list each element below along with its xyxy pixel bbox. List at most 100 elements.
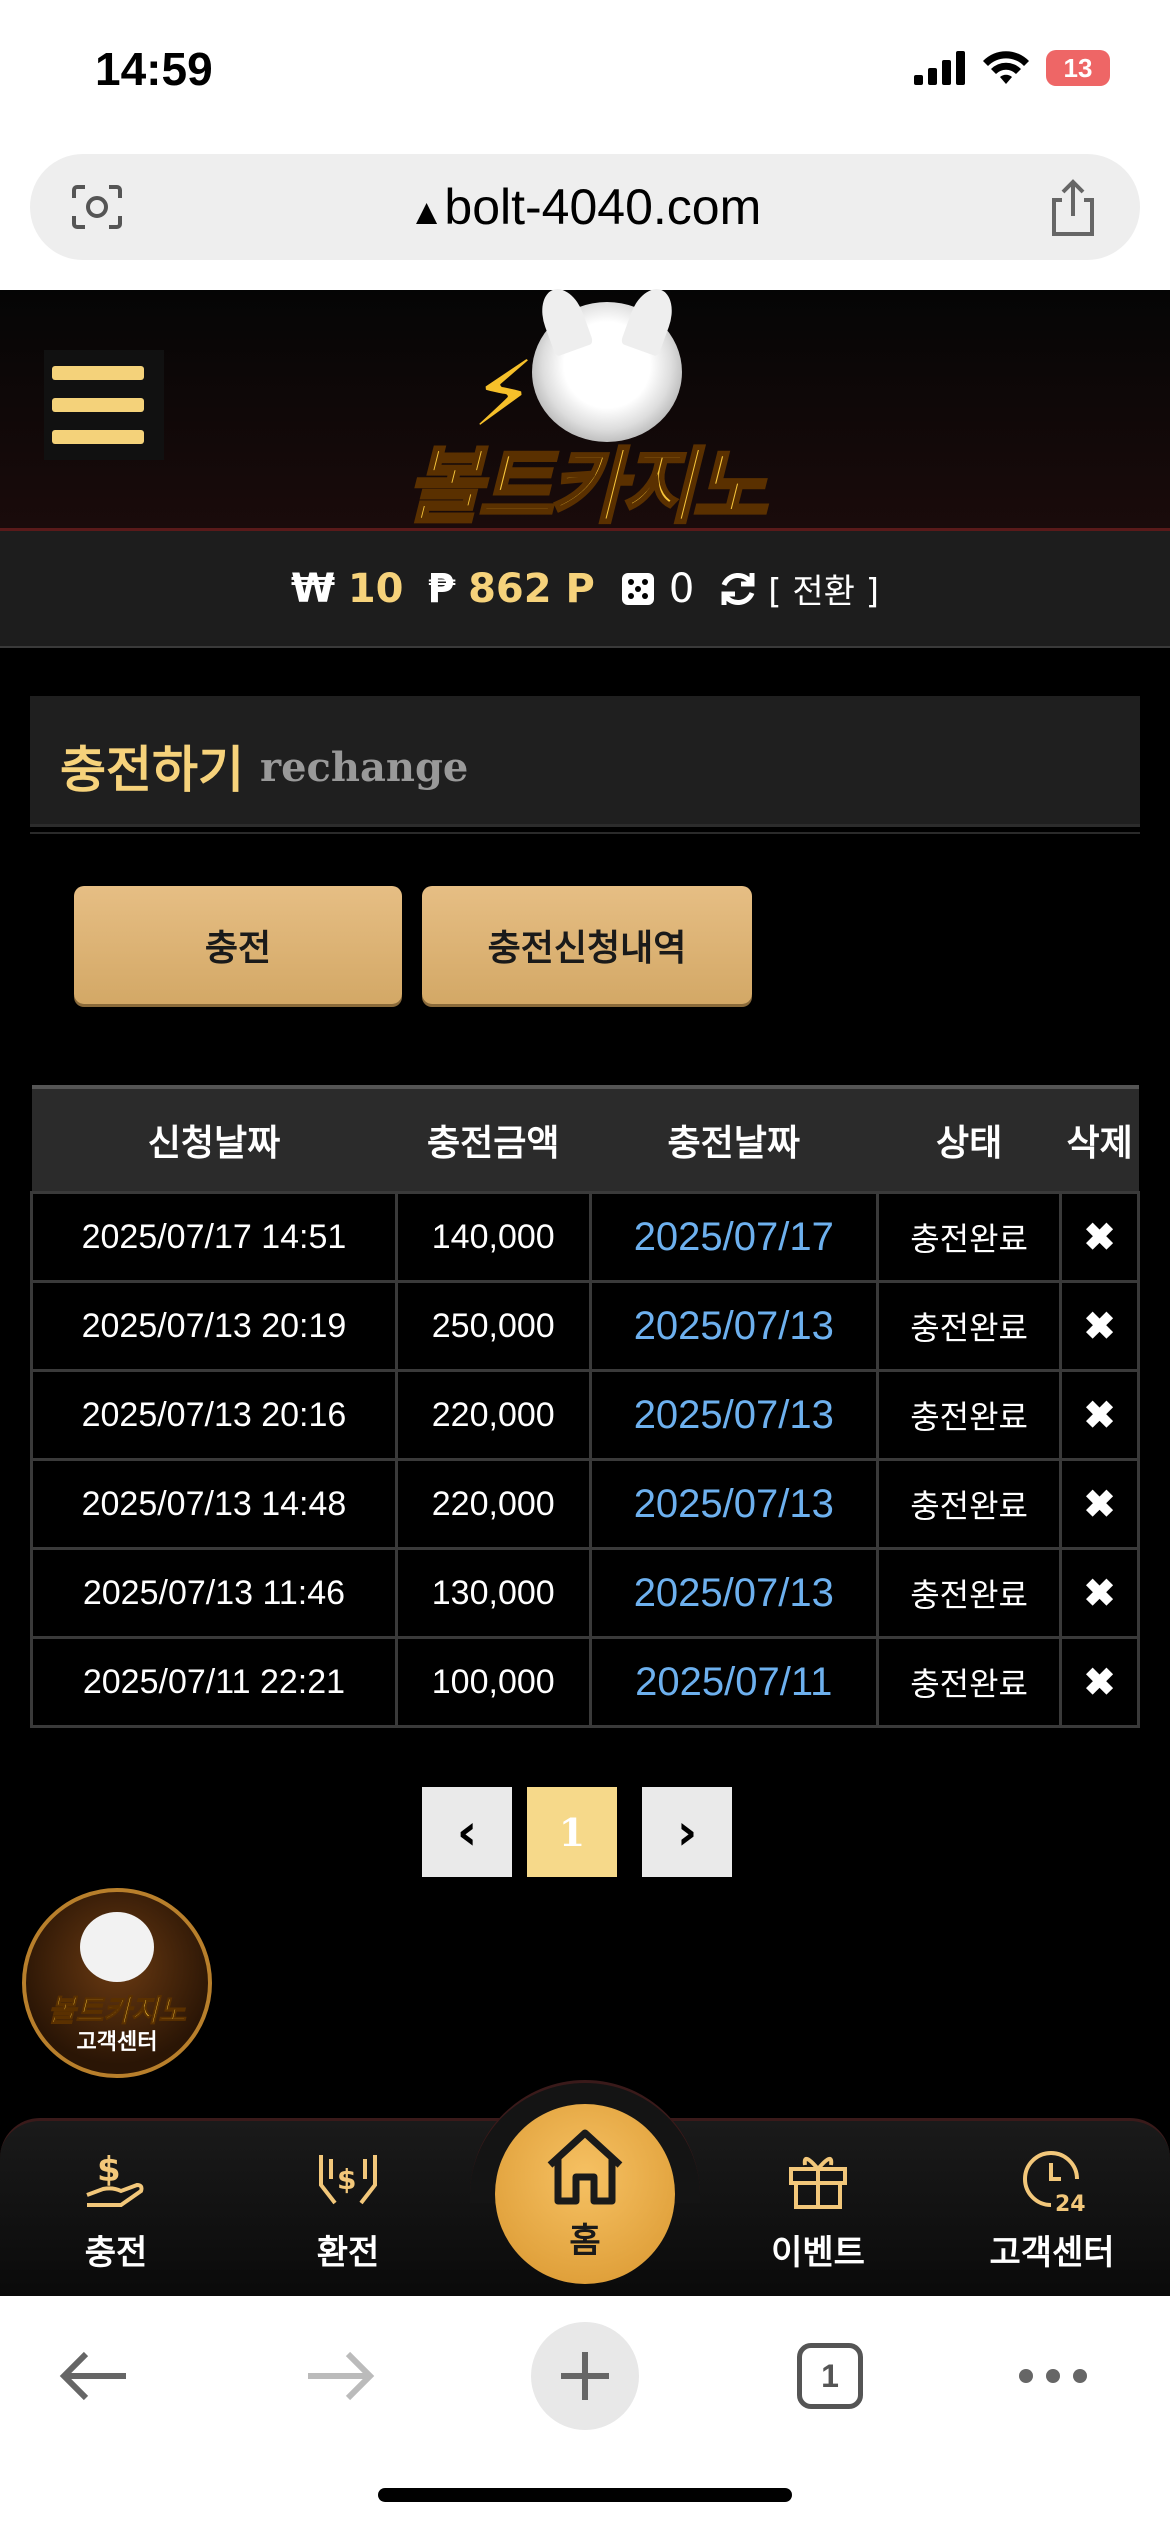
next-page-button[interactable]: › (642, 1787, 732, 1877)
nav-event-label: 이벤트 (771, 2233, 865, 2273)
table-row: 2025/07/17 14:51 140,000 2025/07/17 충전완료… (30, 1191, 1140, 1283)
status-icons: 13 (914, 50, 1110, 86)
nav-support-label: 고객센터 (989, 2233, 1115, 2273)
charge-history-table: 신청날짜 충전금액 충전날짜 상태 삭제 2025/07/17 14:51 14… (30, 1085, 1140, 1728)
status-text: 충전완료 (876, 1191, 1063, 1283)
dice-icon (621, 572, 654, 605)
nav-home-button[interactable]: 홈 (495, 2104, 675, 2284)
current-page[interactable]: 1 (527, 1787, 617, 1877)
delete-icon[interactable]: ✖ (1059, 1369, 1140, 1461)
status-text: 충전완료 (876, 1280, 1063, 1372)
won-amount: 10 (347, 565, 404, 612)
tabs-button[interactable]: 1 (780, 2326, 880, 2426)
signal-icon (914, 51, 965, 85)
requested-date: 2025/07/13 11:46 (30, 1547, 398, 1639)
delete-icon[interactable]: ✖ (1059, 1458, 1140, 1550)
delete-icon[interactable]: ✖ (1059, 1636, 1140, 1728)
back-button[interactable] (44, 2326, 144, 2426)
charge-amount: 220,000 (394, 1458, 592, 1550)
column-header: 상태 (877, 1085, 1061, 1193)
nav-charge-label: 충전 (84, 2233, 148, 2273)
support-center-badge[interactable]: 볼트카지노 고객센터 (22, 1888, 212, 2078)
status-text: 충전완료 (876, 1547, 1063, 1639)
point-balance: ₱ 862 P (428, 566, 595, 612)
won-balance: ₩ 10 (291, 566, 404, 612)
point-amount: 862 P (468, 565, 595, 612)
peso-icon: ₱ (427, 565, 456, 612)
gift-icon (789, 2157, 847, 2209)
address-bar[interactable]: ▲bolt-4040.com (30, 154, 1140, 260)
url-label: bolt-4040.com (444, 179, 762, 235)
table-row: 2025/07/13 20:16 220,000 2025/07/13 충전완료… (30, 1369, 1140, 1461)
requested-date: 2025/07/17 14:51 (30, 1191, 398, 1283)
charge-history-button[interactable]: 충전신청내역 (422, 886, 752, 1004)
delete-icon[interactable]: ✖ (1059, 1191, 1140, 1283)
site-header: ⚡ 볼트카지노 (0, 290, 1170, 537)
nav-exchange-label: 환전 (316, 2233, 380, 2273)
status-bar: 14:59 13 (0, 0, 1170, 150)
section-header: 충전하기 rechange (30, 696, 1140, 827)
browser-url-area: ▲bolt-4040.com (0, 150, 1170, 290)
table-row: 2025/07/11 22:21 100,000 2025/07/11 충전완료… (30, 1636, 1140, 1728)
status-text: 충전완료 (876, 1636, 1063, 1728)
requested-date: 2025/07/13 14:48 (30, 1458, 398, 1550)
table-header-row: 신청날짜 충전금액 충전날짜 상태 삭제 (31, 1085, 1139, 1193)
charge-amount: 220,000 (394, 1369, 592, 1461)
status-time: 14:59 (95, 43, 213, 95)
prev-page-button[interactable]: ‹ (422, 1787, 512, 1877)
charged-date-link[interactable]: 2025/07/13 (588, 1458, 880, 1550)
page-subtitle: rechange (260, 744, 469, 791)
requested-date: 2025/07/13 20:19 (30, 1280, 398, 1372)
plus-icon (561, 2352, 609, 2400)
nav-support[interactable]: 24 고객센터 (962, 2135, 1142, 2285)
page-title: 충전하기 (60, 741, 244, 799)
url-text[interactable]: ▲bolt-4040.com (30, 178, 1140, 236)
battery-icon: 13 (1046, 50, 1110, 86)
nav-event[interactable]: 이벤트 (728, 2135, 908, 2285)
status-text: 충전완료 (876, 1369, 1063, 1461)
charged-date-link[interactable]: 2025/07/13 (588, 1280, 880, 1372)
nav-charge[interactable]: $ 충전 (26, 2135, 206, 2285)
nav-exchange[interactable]: $ 환전 (258, 2135, 438, 2285)
more-icon (1019, 2369, 1087, 2383)
table-row: 2025/07/13 11:46 130,000 2025/07/13 충전완료… (30, 1547, 1140, 1639)
column-header: 신청날짜 (31, 1085, 397, 1193)
won-icon: ₩ (291, 565, 336, 612)
refresh-icon (721, 572, 755, 605)
switch-label: [ 전환 ] (768, 572, 879, 612)
charge-amount: 100,000 (394, 1636, 592, 1728)
home-icon (547, 2129, 623, 2204)
forward-button[interactable] (290, 2326, 390, 2426)
switch-button[interactable]: [ 전환 ] (718, 564, 879, 613)
requested-date: 2025/07/11 22:21 (30, 1636, 398, 1728)
column-header: 충전금액 (396, 1085, 591, 1193)
charge-amount: 130,000 (394, 1547, 592, 1639)
charged-date-link[interactable]: 2025/07/13 (588, 1547, 880, 1639)
charge-amount: 140,000 (394, 1191, 592, 1283)
charge-amount: 250,000 (394, 1280, 592, 1372)
column-header: 충전날짜 (590, 1085, 878, 1193)
more-button[interactable] (1003, 2326, 1103, 2426)
chip-amount: 0 (668, 565, 695, 612)
dog-mascot-icon (80, 1912, 154, 1982)
charge-button[interactable]: 충전 (74, 886, 402, 1004)
svg-text:24: 24 (1055, 2192, 1086, 2215)
charged-date-link[interactable]: 2025/07/17 (588, 1191, 880, 1283)
tab-count: 1 (797, 2343, 863, 2409)
logo-text: 볼트카지노 (405, 439, 769, 537)
exchange-hands-icon: $ (319, 2155, 377, 2205)
site-logo[interactable]: ⚡ 볼트카지노 (392, 302, 778, 537)
delete-icon[interactable]: ✖ (1059, 1280, 1140, 1372)
new-tab-button[interactable] (531, 2322, 639, 2430)
table-row: 2025/07/13 20:19 250,000 2025/07/13 충전완료… (30, 1280, 1140, 1372)
divider (30, 832, 1140, 834)
charged-date-link[interactable]: 2025/07/13 (588, 1369, 880, 1461)
wifi-icon (983, 51, 1029, 84)
support-24-icon: 24 (1023, 2151, 1086, 2215)
chip-balance: 0 (619, 566, 694, 612)
delete-icon[interactable]: ✖ (1059, 1547, 1140, 1639)
share-icon[interactable] (1046, 178, 1100, 238)
requested-date: 2025/07/13 20:16 (30, 1369, 398, 1461)
menu-icon[interactable] (44, 350, 164, 460)
charged-date-link[interactable]: 2025/07/11 (588, 1636, 880, 1728)
